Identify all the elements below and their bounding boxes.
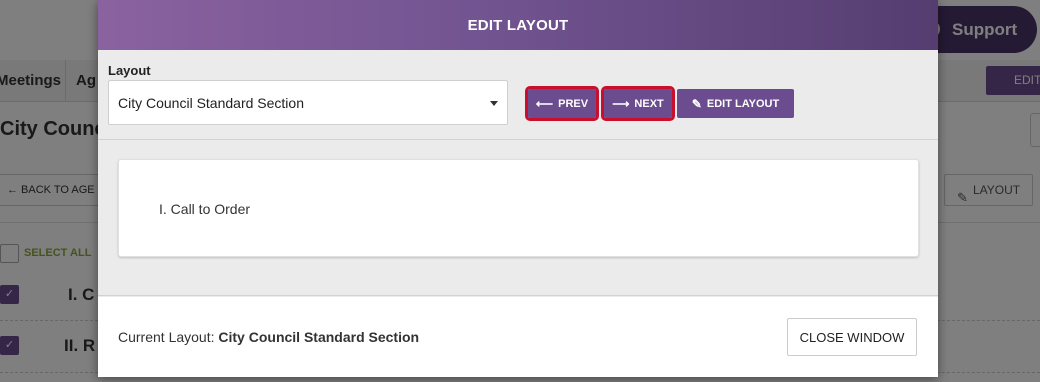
layout-preview-card: I. Call to Order [118,159,919,257]
preview-section-item: I. Call to Order [159,201,251,217]
current-layout-label: Current Layout: [118,329,215,345]
layout-preview-area: I. Call to Order [98,141,938,296]
arrow-left-icon: ⟵ [535,96,554,111]
layout-field-label: Layout [108,63,151,78]
arrow-right-icon: ⟶ [612,96,630,111]
current-layout-text: Current Layout: City Council Standard Se… [118,329,419,345]
prev-button[interactable]: ⟵ PREV [525,86,599,121]
caret-down-icon [490,101,498,106]
dialog-title: EDIT LAYOUT [467,16,569,34]
edit-layout-button[interactable]: ✎ EDIT LAYOUT [677,89,794,118]
current-layout-value: City Council Standard Section [218,329,420,345]
close-window-button[interactable]: CLOSE WINDOW [787,318,917,356]
dialog-footer: Current Layout: City Council Standard Se… [98,297,938,377]
pencil-icon: ✎ [691,96,702,111]
next-button[interactable]: ⟶ NEXT [601,86,675,121]
dialog-toolbar: Layout City Council Standard Section ⟵ P… [98,50,938,140]
edit-layout-button-label: EDIT LAYOUT [706,97,780,110]
dialog-header: EDIT LAYOUT [98,0,938,50]
next-button-label: NEXT [634,97,664,110]
prev-button-label: PREV [558,97,589,110]
layout-select[interactable]: City Council Standard Section [108,80,508,125]
edit-layout-dialog: EDIT LAYOUT Layout City Council Standard… [98,0,938,377]
layout-select-value: City Council Standard Section [118,95,304,111]
